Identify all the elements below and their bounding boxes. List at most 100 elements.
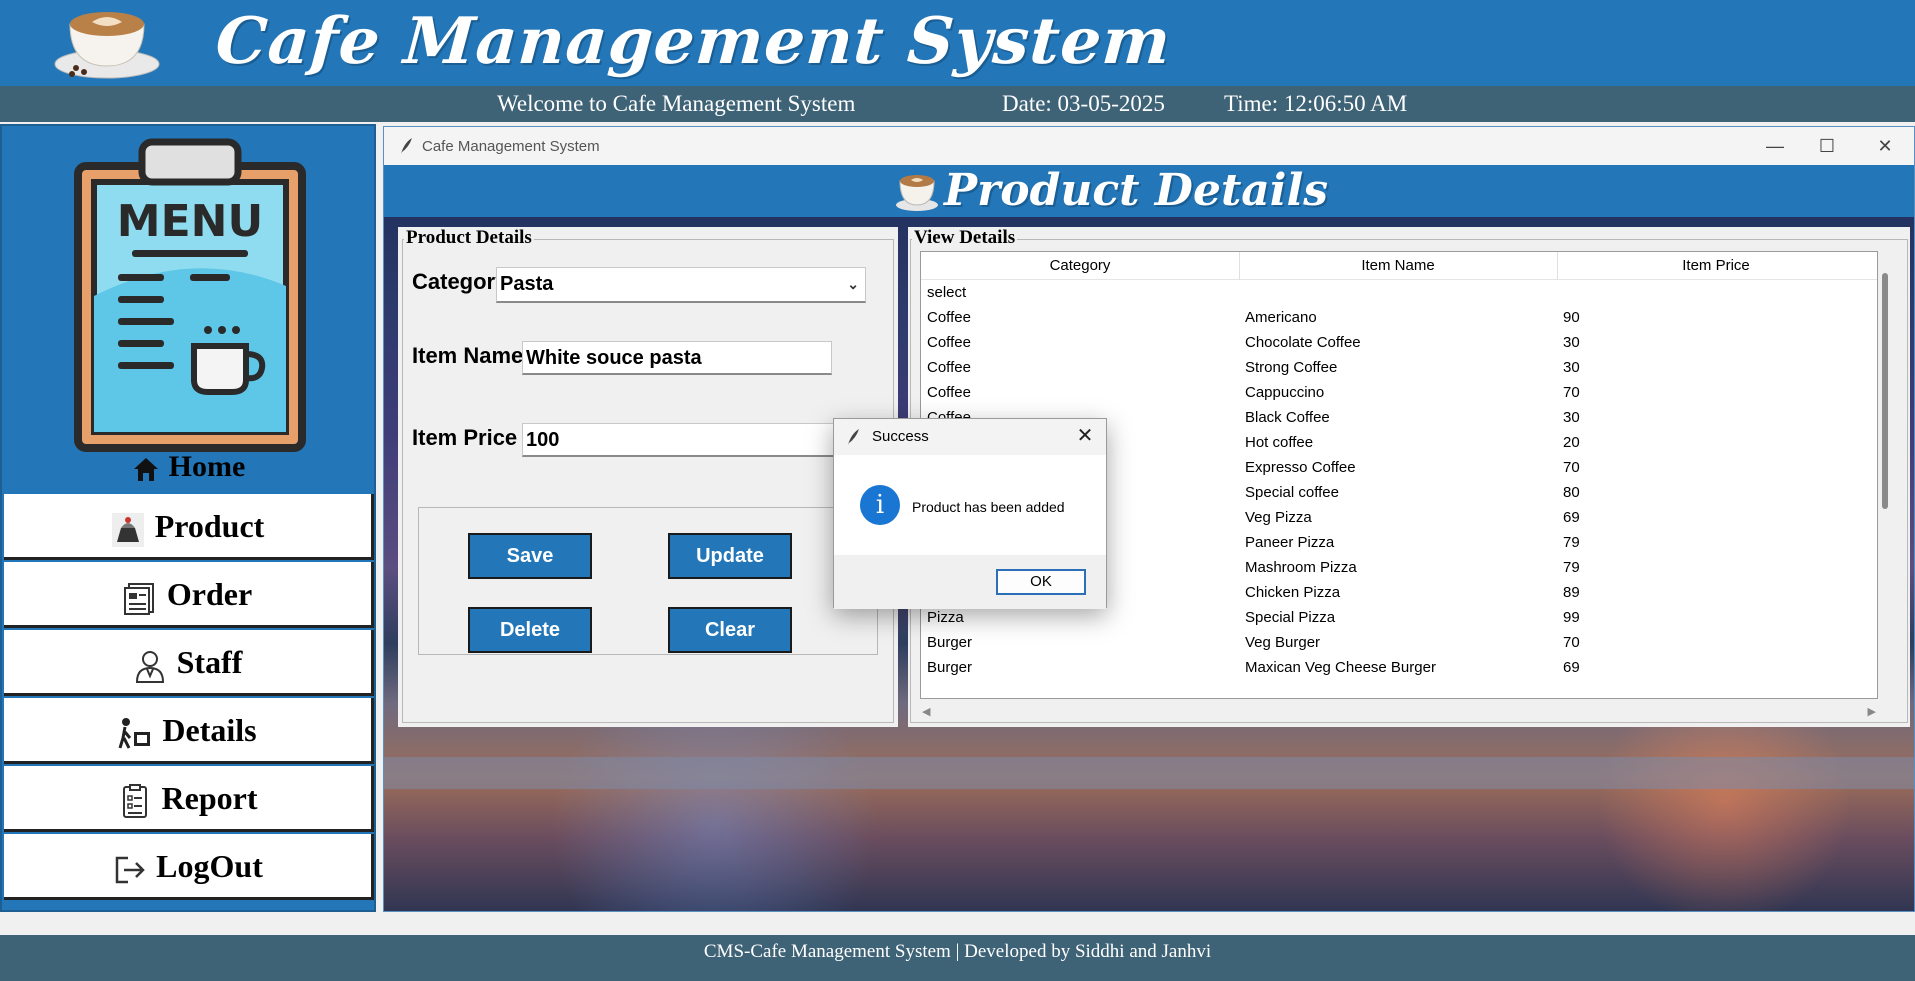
- app-title: Cafe Management System: [213, 4, 1174, 79]
- cell-item-name: Chocolate Coffee: [1245, 334, 1361, 351]
- dialog-message: Product has been added: [912, 499, 1065, 515]
- horizontal-scrollbar[interactable]: ◀ ▶: [920, 705, 1878, 719]
- cell-item-name: Strong Coffee: [1245, 359, 1338, 376]
- item-price-label: Item Price :: [412, 425, 531, 450]
- cell-item-price: 69: [1563, 509, 1580, 526]
- cell-item-price: 70: [1563, 634, 1580, 651]
- logout-icon: [115, 856, 145, 883]
- sidebar: MENU Home Product Order Staff Details Re…: [0, 124, 376, 912]
- cell-category: select: [927, 284, 967, 301]
- cell-category: Coffee: [927, 334, 971, 351]
- cell-item-name: Maxican Veg Cheese Burger: [1245, 659, 1436, 676]
- column-header-category[interactable]: Category: [921, 257, 1239, 274]
- cell-item-name: Cappuccino: [1245, 384, 1325, 401]
- info-icon: i: [860, 485, 900, 525]
- cell-item-name: Special coffee: [1245, 484, 1339, 501]
- nav-details[interactable]: Details: [4, 698, 374, 764]
- window-title: Cafe Management System: [422, 138, 600, 155]
- staff-icon: [135, 650, 164, 683]
- feather-icon: [848, 429, 859, 445]
- table-row[interactable]: Burger Maxican Veg Cheese Burger 69: [921, 655, 1877, 680]
- delete-button[interactable]: Delete: [468, 607, 592, 653]
- order-icon: [123, 582, 154, 615]
- minimize-button[interactable]: —: [1760, 133, 1790, 159]
- details-icon: [118, 717, 151, 749]
- cell-category: Coffee: [927, 309, 971, 326]
- column-header-item-name[interactable]: Item Name: [1239, 257, 1557, 274]
- cell-item-name: Veg Pizza: [1245, 509, 1312, 526]
- category-value: Pasta: [500, 273, 554, 295]
- success-dialog: Success ✕ i Product has been added OK: [833, 418, 1107, 609]
- nav-product-label: Product: [154, 508, 265, 544]
- cell-item-name: Americano: [1245, 309, 1317, 326]
- table-row[interactable]: Coffee Americano 90: [921, 305, 1877, 330]
- cell-category: Coffee: [927, 359, 971, 376]
- feather-icon: [401, 138, 412, 154]
- app-header: Cafe Management System: [0, 0, 1915, 86]
- cell-item-price: 30: [1563, 334, 1580, 351]
- page-title: Product Details: [944, 165, 1328, 216]
- update-button[interactable]: Update: [668, 533, 792, 579]
- cell-item-price: 89: [1563, 584, 1580, 601]
- time-text: Time: 12:06:50 AM: [1224, 91, 1408, 116]
- cell-item-price: 80: [1563, 484, 1580, 501]
- nav-logout-label: LogOut: [156, 848, 263, 884]
- cell-item-price: 79: [1563, 534, 1580, 551]
- scroll-right-icon[interactable]: ▶: [1868, 705, 1876, 718]
- cell-item-name: Chicken Pizza: [1245, 584, 1341, 601]
- column-header-item-price[interactable]: Item Price: [1557, 257, 1875, 274]
- home-icon: [133, 458, 158, 482]
- cell-item-name: Mashroom Pizza: [1245, 559, 1357, 576]
- chevron-down-icon: ⌄: [847, 276, 859, 292]
- window-titlebar[interactable]: Cafe Management System — ☐ ✕: [384, 127, 1914, 165]
- cell-item-name: Expresso Coffee: [1245, 459, 1356, 476]
- cell-item-price: 30: [1563, 359, 1580, 376]
- product-form-panel: Product Details Category: Pasta ⌄ Item N…: [398, 227, 898, 727]
- ok-button[interactable]: OK: [996, 569, 1086, 595]
- home-nav[interactable]: Home: [2, 450, 374, 494]
- cell-item-price: 90: [1563, 309, 1580, 326]
- menu-clipboard-icon: MENU: [74, 138, 306, 452]
- cell-item-name: Special Pizza: [1245, 609, 1336, 626]
- nav-report[interactable]: Report: [4, 766, 374, 832]
- category-select[interactable]: Pasta ⌄: [496, 267, 866, 303]
- nav-order-label: Order: [166, 576, 253, 612]
- vertical-scrollbar[interactable]: [1882, 273, 1888, 509]
- table-row[interactable]: Burger Veg Burger 70: [921, 630, 1877, 655]
- cell-item-price: 79: [1563, 559, 1580, 576]
- product-icon: [111, 512, 144, 547]
- date-text: Date: 03-05-2025: [1002, 91, 1165, 116]
- coffee-cup-logo: [54, 12, 160, 79]
- page-banner: Product Details: [384, 165, 1914, 217]
- table-row[interactable]: Coffee Chocolate Coffee 30: [921, 330, 1877, 355]
- maximize-button[interactable]: ☐: [1812, 133, 1842, 159]
- item-name-field[interactable]: White souce pasta: [522, 341, 832, 375]
- home-label: Home: [168, 450, 246, 483]
- close-button[interactable]: ✕: [1870, 133, 1900, 159]
- scroll-left-icon[interactable]: ◀: [922, 705, 930, 718]
- cell-category: Burger: [927, 634, 973, 651]
- nav-product[interactable]: Product: [4, 494, 374, 560]
- dialog-titlebar[interactable]: Success ✕: [834, 419, 1106, 455]
- nav-staff[interactable]: Staff: [4, 630, 374, 696]
- background-sidewalk: [384, 757, 1914, 789]
- dialog-footer: OK: [834, 555, 1106, 609]
- dialog-close-button[interactable]: ✕: [1072, 423, 1098, 449]
- nav-order[interactable]: Order: [4, 562, 374, 628]
- view-details-heading: View Details: [912, 227, 1018, 249]
- save-button[interactable]: Save: [468, 533, 592, 579]
- cell-item-name: Paneer Pizza: [1245, 534, 1335, 551]
- app-footer: CMS-Cafe Management System | Developed b…: [0, 935, 1915, 981]
- clear-button[interactable]: Clear: [668, 607, 792, 653]
- nav-logout[interactable]: LogOut: [4, 834, 374, 900]
- table-row[interactable]: select: [921, 280, 1877, 305]
- table-row[interactable]: Coffee Strong Coffee 30: [921, 355, 1877, 380]
- report-icon: [122, 783, 147, 818]
- svg-text:MENU: MENU: [117, 196, 263, 247]
- item-price-field[interactable]: 100: [522, 423, 866, 457]
- background-light: [504, 725, 924, 911]
- table-row[interactable]: Coffee Cappuccino 70: [921, 380, 1877, 405]
- cell-item-price: 99: [1563, 609, 1580, 626]
- table-header: Category Item Name Item Price: [921, 252, 1877, 280]
- cell-item-name: Hot coffee: [1245, 434, 1314, 451]
